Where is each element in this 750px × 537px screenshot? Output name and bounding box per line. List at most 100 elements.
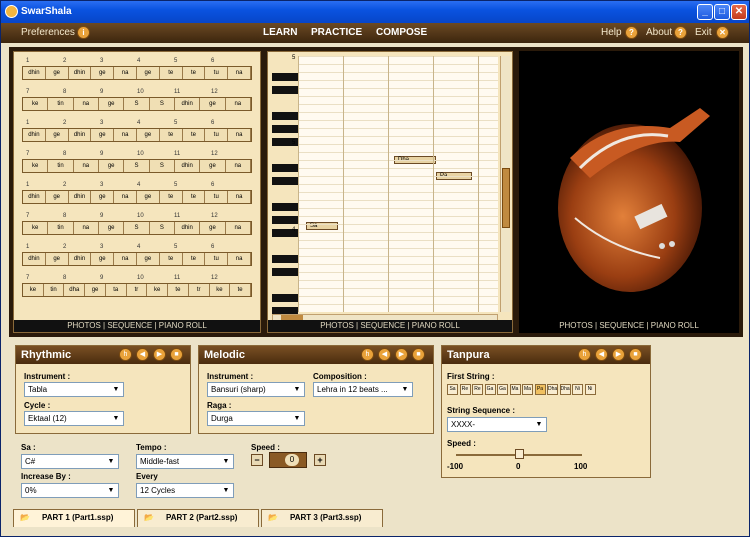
volume-icon[interactable]: ◀	[378, 348, 391, 361]
black-key[interactable]	[272, 177, 298, 185]
help-icon[interactable]: h	[361, 348, 374, 361]
grid-line	[298, 128, 498, 129]
help-icon[interactable]: ?	[625, 26, 638, 39]
speed-decrease-button[interactable]: −	[251, 454, 263, 466]
string-key-ni[interactable]: Ni	[584, 384, 596, 395]
sa-select[interactable]: C# ▼	[21, 454, 119, 469]
grid-line	[298, 208, 498, 209]
grid-line	[298, 176, 498, 177]
play-icon[interactable]: ▶	[395, 348, 408, 361]
string-key-ma[interactable]: Ma	[522, 384, 533, 395]
grid-line	[298, 240, 498, 241]
black-key[interactable]	[272, 112, 298, 120]
vertical-scrollbar[interactable]	[500, 56, 510, 312]
preferences-menu[interactable]: Preferences	[21, 27, 75, 38]
composition-select[interactable]: Lehra in 12 beats ... ▼	[313, 382, 413, 397]
help-icon[interactable]: h	[578, 348, 591, 361]
volume-icon[interactable]: ◀	[595, 348, 608, 361]
black-key[interactable]	[272, 86, 298, 94]
folder-icon: 📂	[144, 513, 154, 522]
bol-strip: dhin ge dhin ge na ge te te tu na	[22, 190, 252, 204]
string-key-dha[interactable]: Dha	[559, 384, 571, 395]
string-key-ga[interactable]: Ga	[484, 384, 496, 395]
raga-select[interactable]: Durga ▼	[207, 411, 305, 426]
about-menu[interactable]: About	[646, 27, 672, 38]
minimize-button[interactable]: _	[697, 4, 713, 20]
tab-part-2[interactable]: 📂 PART 2 (Part2.ssp)	[137, 509, 259, 527]
speed-increase-button[interactable]: +	[314, 454, 326, 466]
exit-menu[interactable]: Exit	[695, 27, 712, 38]
pane-links[interactable]: PHOTOS | SEQUENCE | PIANO ROLL	[14, 320, 260, 332]
black-key[interactable]	[272, 294, 298, 302]
bol-cell: dhin	[23, 191, 46, 203]
string-key-re[interactable]: Re	[472, 384, 483, 395]
bol-cell: te	[183, 67, 206, 79]
string-key-ga[interactable]: Ga	[497, 384, 508, 395]
melodic-instrument-select[interactable]: Bansuri (sharp) ▼	[207, 382, 305, 397]
pane-links[interactable]: PHOTOS | SEQUENCE | PIANO ROLL	[520, 320, 738, 332]
black-key[interactable]	[272, 164, 298, 172]
bol-cell: na	[228, 129, 251, 141]
string-key-pa[interactable]: Pa	[534, 384, 546, 395]
bol-cell: na	[226, 222, 251, 234]
string-key-ma[interactable]: Ma	[509, 384, 521, 395]
beat-number: 8	[63, 151, 67, 157]
stop-icon[interactable]: ■	[412, 348, 425, 361]
string-key-ni[interactable]: Ni	[572, 384, 583, 395]
black-key[interactable]	[272, 255, 298, 263]
pane-links[interactable]: PHOTOS | SEQUENCE | PIANO ROLL	[268, 320, 512, 332]
maximize-button[interactable]: □	[714, 4, 730, 20]
tab-part-1[interactable]: 📂 PART 1 (Part1.ssp)	[13, 509, 135, 527]
bol-cell: ge	[91, 67, 115, 79]
black-key[interactable]	[272, 125, 298, 133]
close-button[interactable]: ✕	[731, 4, 747, 20]
black-key[interactable]	[272, 216, 298, 224]
tabla-row[interactable]: 7 8 9 10 11 12 ke tin na ge S Sdhin ge na	[22, 89, 252, 113]
nav-practice[interactable]: PRACTICE	[311, 27, 362, 38]
help-menu[interactable]: Help	[601, 27, 622, 38]
scroll-thumb[interactable]	[502, 168, 510, 228]
tabla-row[interactable]: 1 2 3 4 5 6 dhin ge dhin ge na ge te te tu na	[22, 244, 252, 268]
selected-value: Durga	[211, 414, 233, 423]
tempo-select[interactable]: Middle-fast ▼	[136, 454, 234, 469]
bol-cell: ge	[137, 67, 160, 79]
help-icon[interactable]: h	[119, 348, 132, 361]
piano-roll-grid[interactable]: Dha Pa Sa	[298, 56, 498, 312]
exit-icon[interactable]: ✕	[716, 26, 729, 39]
beat-number: 7	[26, 213, 30, 219]
increase-by-select[interactable]: 0% ▼	[21, 483, 119, 498]
tempo-label: Tempo :	[136, 443, 167, 452]
string-key-re[interactable]: Re	[459, 384, 471, 395]
tabla-row[interactable]: 7 8 9 10 11 12 ke tin na ge S Sdhin ge na	[22, 213, 252, 237]
tabla-row[interactable]: 1 2 3 4 5 6 dhin ge dhin ge na ge te te tu na	[22, 182, 252, 206]
black-key[interactable]	[272, 73, 298, 81]
tab-part-3[interactable]: 📂 PART 3 (Part3.ssp)	[261, 509, 383, 527]
string-sequence-select[interactable]: XXXX- ▼	[447, 417, 547, 432]
nav-compose[interactable]: COMPOSE	[376, 27, 427, 38]
play-icon[interactable]: ▶	[612, 348, 625, 361]
stop-icon[interactable]: ■	[170, 348, 183, 361]
selected-value: 0%	[25, 486, 37, 495]
tabla-row[interactable]: 7 8 9 10 11 12 ke tin dha ge ta tr ke te tr ke te	[22, 275, 252, 299]
tabla-row[interactable]: 1 2 3 4 5 6 dhin ge dhin ge na ge te te tu na	[22, 120, 252, 144]
tanpura-speed-thumb[interactable]	[515, 449, 524, 459]
stop-icon[interactable]: ■	[629, 348, 642, 361]
tabla-row[interactable]: 1 2 3 4 5 6 dhin ge dhin ge na ge te te tu na	[22, 58, 252, 82]
string-key-sa[interactable]: Sa	[447, 384, 458, 395]
every-select[interactable]: 12 Cycles ▼	[136, 483, 234, 498]
rhythmic-instrument-select[interactable]: Tabla ▼	[24, 382, 124, 397]
beat-number: 8	[63, 89, 67, 95]
tabla-row[interactable]: 7 8 9 10 11 12 ke tin na ge S Sdhin ge na	[22, 151, 252, 175]
info-icon[interactable]: i	[77, 26, 90, 39]
string-key-dha[interactable]: Dha	[547, 384, 558, 395]
beat-numbers: 1 2 3 4 5 6	[22, 244, 252, 252]
beat-number: 6	[211, 244, 215, 250]
black-key[interactable]	[272, 203, 298, 211]
cycle-select[interactable]: Ektaal (12) ▼	[24, 411, 124, 426]
beat-number: 6	[211, 182, 215, 188]
about-icon[interactable]: ?	[674, 26, 687, 39]
nav-learn[interactable]: LEARN	[263, 27, 297, 38]
volume-icon[interactable]: ◀	[136, 348, 149, 361]
black-key[interactable]	[272, 268, 298, 276]
play-icon[interactable]: ▶	[153, 348, 166, 361]
